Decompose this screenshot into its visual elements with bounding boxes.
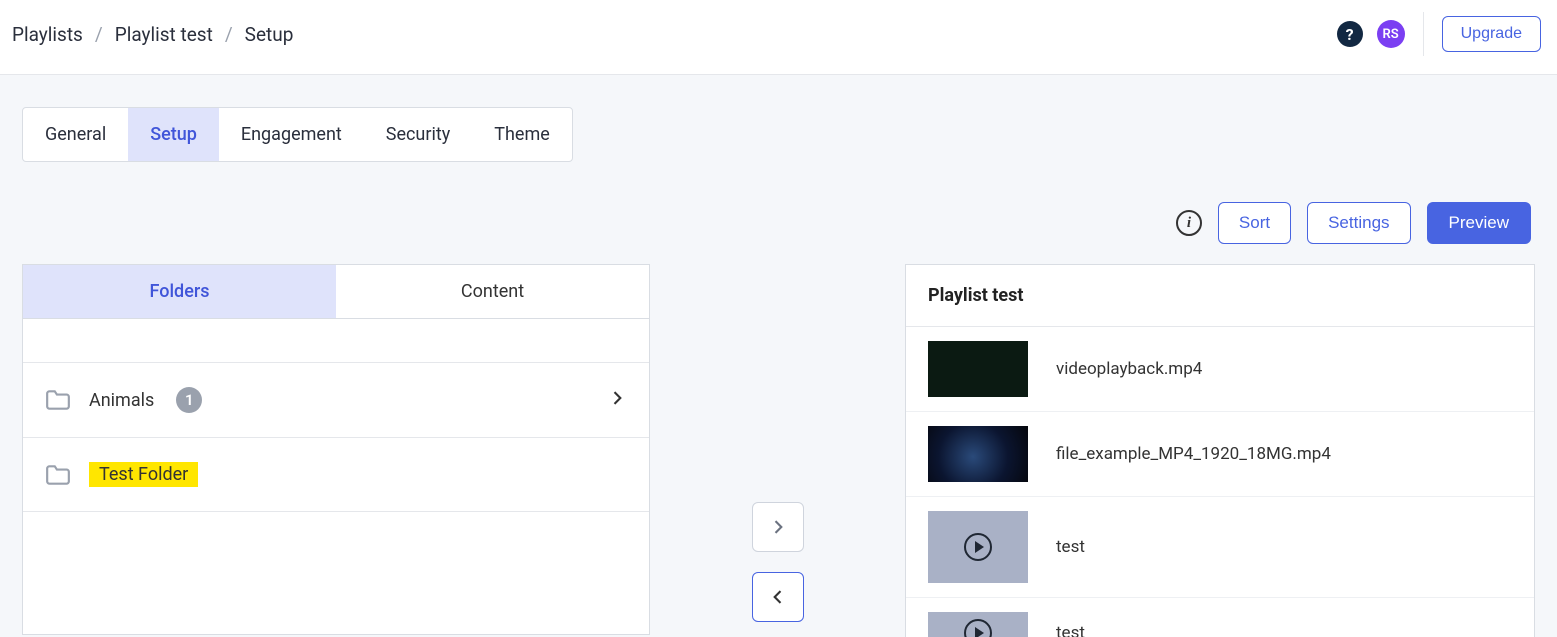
breadcrumb-sep-icon: / [225,23,233,46]
playlist-item-name: test [1056,623,1085,637]
preview-button[interactable]: Preview [1427,202,1531,244]
upgrade-button[interactable]: Upgrade [1442,16,1541,52]
transfer-controls [650,264,905,622]
chevron-right-icon [607,388,627,413]
move-right-button[interactable] [752,502,804,552]
tab-general[interactable]: General [23,108,128,161]
playlist-tabs: General Setup Engagement Security Theme [22,107,573,162]
settings-button[interactable]: Settings [1307,202,1410,244]
video-thumbnail [928,341,1028,397]
header-right-cluster: ? RS Upgrade [1337,12,1541,56]
video-thumbnail [928,511,1028,583]
folder-icon [45,464,71,486]
playlist-title: Playlist test [906,265,1534,327]
action-row: i Sort Settings Preview [22,202,1535,244]
folder-row[interactable]: Animals 1 [23,363,649,438]
playlist-item-name: file_example_MP4_1920_18MG.mp4 [1056,444,1331,464]
folder-icon [45,389,71,411]
breadcrumb-current: Setup [245,23,294,46]
setup-columns: Folders Content Animals 1 [22,264,1535,637]
tab-setup[interactable]: Setup [128,108,219,161]
source-panel-fill [23,512,649,634]
folder-count-badge: 1 [176,387,202,413]
tab-security[interactable]: Security [364,108,472,161]
subtab-content[interactable]: Content [336,265,649,318]
breadcrumb-item[interactable]: Playlist test [115,23,213,46]
breadcrumb-sep-icon: / [95,23,103,46]
video-thumbnail [928,612,1028,637]
page-body: General Setup Engagement Security Theme … [0,75,1557,637]
divider [1423,12,1424,56]
info-icon[interactable]: i [1176,210,1202,236]
move-left-button[interactable] [752,572,804,622]
tab-engagement[interactable]: Engagement [219,108,364,161]
playlist-item[interactable]: file_example_MP4_1920_18MG.mp4 [906,412,1534,497]
playlist-item[interactable]: test [906,598,1534,637]
playlist-panel[interactable]: Playlist test videoplayback.mp4 file_exa… [905,264,1535,637]
play-icon [964,619,992,637]
playlist-item[interactable]: videoplayback.mp4 [906,327,1534,412]
folder-row[interactable]: Test Folder [23,438,649,512]
subtab-folders[interactable]: Folders [23,265,336,318]
play-icon [964,533,992,561]
folder-name: Test Folder [89,462,198,487]
breadcrumb: Playlists / Playlist test / Setup [12,23,293,46]
source-panel-spacer [23,319,649,363]
source-subtabs: Folders Content [23,265,649,319]
breadcrumb-root[interactable]: Playlists [12,23,83,46]
source-panel: Folders Content Animals 1 [22,264,650,635]
top-bar: Playlists / Playlist test / Setup ? RS U… [0,0,1557,75]
sort-button[interactable]: Sort [1218,202,1291,244]
playlist-item[interactable]: test [906,497,1534,598]
help-icon[interactable]: ? [1337,21,1363,47]
video-thumbnail [928,426,1028,482]
playlist-item-name: videoplayback.mp4 [1056,359,1202,379]
avatar[interactable]: RS [1377,20,1405,48]
folder-name: Animals [89,390,154,411]
playlist-item-name: test [1056,537,1085,557]
tab-theme[interactable]: Theme [472,108,572,161]
